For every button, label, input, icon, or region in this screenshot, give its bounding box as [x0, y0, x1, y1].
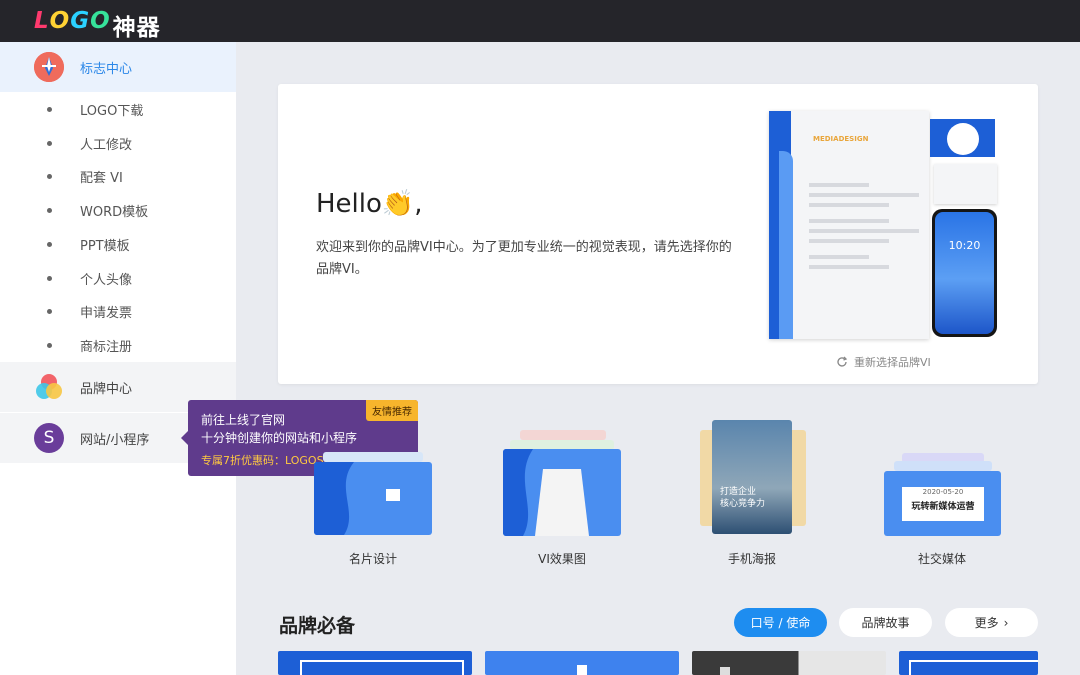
sidebar-item-label: 标志中心 [80, 61, 133, 77]
social-thumb: 2020-05-20 玩转新媒体运营 [884, 471, 1001, 536]
greeting-title: Hello👏, [316, 189, 423, 219]
sidebar-subitem-label: 个人头像 [80, 272, 133, 288]
logo-letter: O [49, 8, 71, 34]
sidebar-subitem-label: PPT模板 [80, 238, 130, 254]
text-line [809, 203, 889, 207]
pen-icon [34, 52, 64, 82]
logo-letter: L [34, 8, 50, 34]
welcome-text: 欢迎来到你的品牌VI中心。为了更加专业统一的视觉表现，请先选择你的品牌VI。 [316, 240, 732, 277]
bullet-icon [47, 140, 52, 146]
sidebar-subitem-word[interactable]: WORD模板 [0, 196, 236, 224]
reselect-vi-link[interactable]: 重新选择品牌VI [836, 354, 931, 370]
text-line [809, 239, 889, 243]
stack-layer [894, 461, 992, 471]
avatar: S [34, 423, 64, 453]
app-logo[interactable]: L O G O 神器 [34, 8, 161, 42]
recommend-badge: 友情推荐 [366, 400, 418, 421]
bullet-icon [47, 275, 52, 281]
vi-thumb [503, 449, 621, 536]
sidebar-subitem-label: 申请发票 [80, 305, 133, 321]
category-vi-mockup[interactable]: VI效果图 [492, 420, 632, 570]
poster-thumb: 打造企业 核心竞争力 [712, 420, 792, 534]
stack-layer [520, 430, 606, 440]
decor-stripe [779, 151, 793, 339]
category-label: VI效果图 [538, 552, 586, 566]
color-circles-icon [34, 372, 64, 402]
text-line [809, 183, 869, 187]
sidebar-subitem-label: LOGO下载 [80, 103, 144, 119]
chevron-right-icon: › [1003, 615, 1009, 630]
category-label: 名片设计 [348, 552, 397, 566]
bullet-icon [47, 241, 52, 247]
refresh-icon [837, 356, 848, 367]
reselect-label: 重新选择品牌VI [854, 356, 931, 369]
sidebar-item-label: 品牌中心 [80, 381, 133, 397]
text-line [809, 229, 919, 233]
social-headline: 玩转新媒体运营 [911, 502, 975, 512]
sidebar-subitem-invoice[interactable]: 申请发票 [0, 297, 236, 325]
phone-time: 10:20 [935, 212, 994, 334]
sidebar-subitem-trademark[interactable]: 商标注册 [0, 331, 236, 359]
phone-preview: 10:20 [932, 209, 997, 337]
section-title: 品牌必备 [279, 615, 356, 637]
sidebar-subitem-label: WORD模板 [80, 204, 149, 220]
more-button[interactable]: 更多 › [945, 608, 1038, 637]
bullet-icon [47, 342, 52, 348]
sidebar-item-logo-center[interactable]: 标志中心 [0, 42, 236, 92]
top-bar: L O G O 神器 [0, 0, 1080, 42]
category-business-card[interactable]: 名片设计 [303, 420, 443, 570]
social-date: 2020-05-20 [922, 488, 964, 496]
brand-tile[interactable] [278, 651, 472, 675]
business-card-preview [930, 119, 995, 157]
brand-tile[interactable] [485, 651, 679, 675]
logo-text: 神器 [112, 15, 161, 41]
sidebar: 标志中心 LOGO下载 人工修改 配套 VI WORD模板 PPT模板 个人头像… [0, 42, 236, 675]
bullet-icon [47, 207, 52, 213]
sidebar-subitem-manual-edit[interactable]: 人工修改 [0, 129, 236, 157]
sidebar-subitem-label: 商标注册 [80, 339, 133, 355]
tile-frame [909, 660, 1038, 675]
text-line [809, 193, 919, 197]
tile-frame [300, 660, 464, 675]
brand-tile[interactable] [692, 651, 886, 675]
category-phone-poster[interactable]: 打造企业 核心竞争力 手机海报 [682, 420, 822, 570]
sidebar-subitem-ppt[interactable]: PPT模板 [0, 230, 236, 258]
category-label: 手机海报 [727, 552, 776, 566]
sidebar-subitem-avatar[interactable]: 个人头像 [0, 264, 236, 292]
mock-brand-text: MEDIADESIGN [813, 135, 869, 143]
more-label: 更多 [974, 616, 999, 630]
sidebar-subitem-logo-download[interactable]: LOGO下载 [0, 95, 236, 123]
welcome-card: Hello👏, 欢迎来到你的品牌VI中心。为了更加专业统一的视觉表现，请先选择你… [278, 84, 1038, 384]
sidebar-subitem-label: 人工修改 [80, 137, 133, 153]
sidebar-subitem-label: 配套 VI [80, 170, 123, 186]
text-line [809, 265, 889, 269]
logo-letter: O [90, 8, 111, 34]
bullet-icon [47, 308, 52, 314]
sidebar-item-label: 网站/小程序 [80, 432, 150, 448]
business-card-back-preview [934, 164, 997, 204]
category-label: 社交媒体 [917, 552, 966, 566]
logo-letter: G [70, 8, 91, 34]
stack-layer [323, 452, 423, 462]
sidebar-subitem-vi[interactable]: 配套 VI [0, 162, 236, 190]
tile-logo [720, 667, 730, 675]
tab-brand-story[interactable]: 品牌故事 [839, 608, 932, 637]
brand-tile[interactable] [899, 651, 1038, 675]
category-social-media[interactable]: 2020-05-20 玩转新媒体运营 社交媒体 [872, 420, 1012, 570]
bullet-icon [47, 173, 52, 179]
business-card-thumb [314, 462, 432, 535]
text-line [809, 219, 889, 223]
letterhead-preview: MEDIADESIGN [769, 111, 929, 339]
tile-logo [577, 665, 587, 675]
tooltip-line: 前往上线了官网 [201, 413, 286, 427]
tab-slogan-mission[interactable]: 口号 / 使命 [734, 608, 827, 637]
bullet-icon [47, 106, 52, 112]
text-line [809, 255, 869, 259]
poster-text: 打造企业 核心竞争力 [720, 487, 766, 509]
social-card: 2020-05-20 玩转新媒体运营 [902, 487, 984, 521]
